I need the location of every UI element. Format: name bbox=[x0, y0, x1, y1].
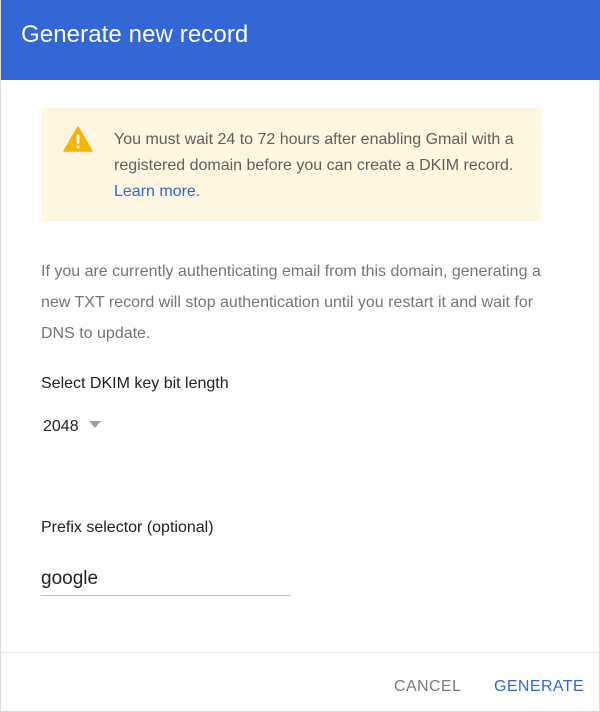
dialog-header: Generate new record bbox=[1, 0, 600, 80]
cancel-button[interactable]: CANCEL bbox=[394, 676, 461, 698]
warning-icon bbox=[63, 126, 93, 152]
warning-banner: You must wait 24 to 72 hours after enabl… bbox=[41, 108, 541, 221]
info-paragraph: If you are currently authenticating emai… bbox=[41, 263, 541, 342]
key-length-select[interactable]: 2048 bbox=[43, 414, 101, 440]
dialog-title: Generate new record bbox=[21, 21, 249, 48]
key-length-value: 2048 bbox=[43, 418, 79, 435]
generate-button[interactable]: GENERATE bbox=[494, 676, 584, 698]
prefix-selector-field-wrapper bbox=[41, 563, 291, 596]
warning-text: You must wait 24 to 72 hours after enabl… bbox=[114, 131, 514, 174]
key-length-label: Select DKIM key bit length bbox=[41, 375, 229, 392]
dropdown-arrow-icon bbox=[88, 420, 101, 428]
footer-divider bbox=[1, 652, 600, 653]
warning-message: You must wait 24 to 72 hours after enabl… bbox=[114, 127, 529, 205]
generate-record-dialog: Generate new record You must wait 24 to … bbox=[0, 0, 600, 712]
learn-more-link[interactable]: Learn more. bbox=[114, 183, 200, 200]
prefix-selector-label: Prefix selector (optional) bbox=[41, 519, 214, 536]
prefix-selector-input[interactable] bbox=[41, 563, 291, 594]
